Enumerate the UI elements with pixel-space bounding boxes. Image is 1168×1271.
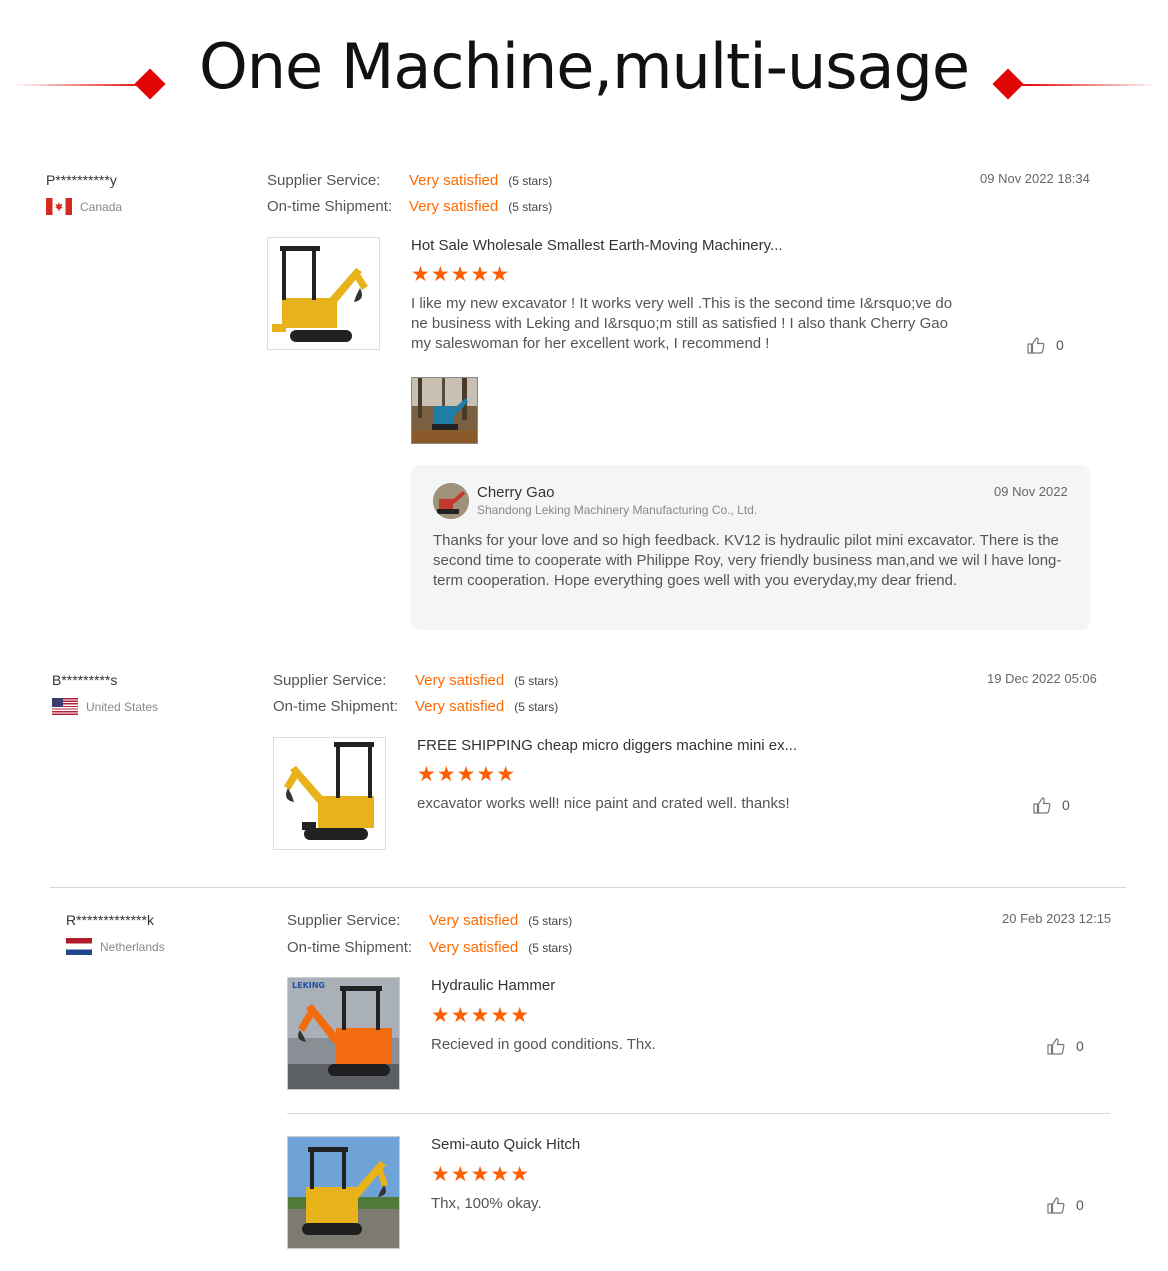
rating-value: Very satisfied bbox=[409, 172, 499, 189]
reply-text: Thanks for your love and so high feedbac… bbox=[433, 532, 1062, 589]
like-count: 0 bbox=[1062, 797, 1070, 813]
rating-stars-text: (5 stars) bbox=[528, 914, 573, 928]
rating-value: Very satisfied bbox=[429, 939, 519, 956]
excavator-image bbox=[288, 978, 399, 1089]
rating-stars-text: (5 stars) bbox=[514, 700, 559, 714]
review-text: I like my new excavator ! It works very … bbox=[411, 295, 953, 352]
rating-label: Supplier Service: bbox=[287, 912, 401, 929]
review-text: Recieved in good conditions. Thx. bbox=[431, 1036, 656, 1053]
rating-value: Very satisfied bbox=[415, 672, 505, 689]
buyer-name: P**********y bbox=[46, 172, 117, 188]
rating-label: Supplier Service: bbox=[273, 672, 387, 689]
shipment-rating: On-time Shipment: Very satisfied (5 star… bbox=[267, 198, 552, 215]
page-header: One Machine,multi-usage bbox=[0, 0, 1168, 150]
rating-label: On-time Shipment: bbox=[267, 198, 393, 215]
avatar bbox=[433, 483, 469, 519]
product-thumbnail[interactable] bbox=[267, 237, 380, 350]
brand-logo-text: LEKING bbox=[292, 981, 325, 990]
shipment-rating: On-time Shipment: Very satisfied (5 star… bbox=[287, 939, 572, 956]
excavator-image bbox=[288, 1137, 399, 1248]
like-count: 0 bbox=[1076, 1038, 1084, 1054]
reply-date: 09 Nov 2022 bbox=[994, 484, 1068, 499]
reply-company-name: Shandong Leking Machinery Manufacturing … bbox=[477, 503, 758, 517]
buyer-name: B*********s bbox=[52, 672, 118, 688]
star-rating: ★★★★★ bbox=[431, 1163, 531, 1186]
country-label: Netherlands bbox=[100, 939, 165, 954]
rating-stars-text: (5 stars) bbox=[508, 200, 553, 214]
review-text: excavator works well! nice paint and cra… bbox=[417, 795, 790, 812]
product-title-link[interactable]: FREE SHIPPING cheap micro diggers machin… bbox=[417, 737, 797, 754]
canada-flag-icon bbox=[46, 198, 72, 215]
rating-value: Very satisfied bbox=[429, 912, 519, 929]
netherlands-flag-icon bbox=[66, 938, 92, 955]
review-timestamp: 09 Nov 2022 18:34 bbox=[980, 171, 1090, 186]
review-timestamp: 20 Feb 2023 12:15 bbox=[1002, 911, 1112, 926]
buyer-country: United States bbox=[52, 698, 158, 715]
item-divider bbox=[287, 1113, 1110, 1114]
thumbs-up-icon bbox=[1047, 1197, 1065, 1214]
like-count: 0 bbox=[1056, 337, 1064, 353]
rating-value: Very satisfied bbox=[415, 698, 505, 715]
thumbs-up-icon bbox=[1033, 797, 1051, 814]
rating-value: Very satisfied bbox=[409, 198, 499, 215]
like-button[interactable]: 0 bbox=[1046, 1195, 1084, 1215]
shipment-rating: On-time Shipment: Very satisfied (5 star… bbox=[273, 698, 558, 715]
buyer-name: R*************k bbox=[66, 912, 154, 928]
like-button[interactable]: 0 bbox=[1032, 795, 1070, 815]
rating-label: On-time Shipment: bbox=[287, 939, 413, 956]
supplier-service-rating: Supplier Service: Very satisfied (5 star… bbox=[287, 912, 572, 929]
supplier-service-rating: Supplier Service: Very satisfied (5 star… bbox=[267, 172, 552, 189]
page-title: One Machine,multi-usage bbox=[198, 30, 970, 103]
review-photo[interactable] bbox=[411, 377, 478, 444]
country-label: United States bbox=[86, 699, 159, 714]
product-title-link[interactable]: Hot Sale Wholesale Smallest Earth-Moving… bbox=[411, 237, 783, 254]
star-rating: ★★★★★ bbox=[431, 1004, 531, 1027]
star-rating: ★★★★★ bbox=[411, 263, 511, 286]
reply-author-name: Cherry Gao bbox=[477, 484, 555, 501]
section-divider bbox=[50, 887, 1126, 888]
rating-stars-text: (5 stars) bbox=[528, 941, 573, 955]
thumbs-up-icon bbox=[1027, 337, 1045, 354]
avatar-image bbox=[433, 483, 469, 519]
review-timestamp: 19 Dec 2022 05:06 bbox=[987, 671, 1097, 686]
product-thumbnail[interactable]: LEKING bbox=[287, 977, 400, 1090]
product-thumbnail[interactable] bbox=[273, 737, 386, 850]
star-rating: ★★★★★ bbox=[417, 763, 517, 786]
rating-label: On-time Shipment: bbox=[273, 698, 399, 715]
buyer-country: Netherlands bbox=[66, 938, 165, 955]
like-button[interactable]: 0 bbox=[1046, 1036, 1084, 1056]
thumbs-up-icon bbox=[1047, 1038, 1065, 1055]
excavator-image bbox=[274, 738, 385, 849]
product-title-link[interactable]: Hydraulic Hammer bbox=[431, 977, 555, 994]
supplier-reply: Cherry Gao Shandong Leking Machinery Man… bbox=[411, 465, 1090, 630]
product-title-link[interactable]: Semi-auto Quick Hitch bbox=[431, 1136, 580, 1153]
excavator-image bbox=[268, 238, 379, 349]
like-button[interactable]: 0 bbox=[1026, 335, 1064, 355]
rating-stars-text: (5 stars) bbox=[514, 674, 559, 688]
excavator-photo-image bbox=[412, 378, 477, 443]
rating-stars-text: (5 stars) bbox=[508, 174, 553, 188]
review-text: Thx, 100% okay. bbox=[431, 1195, 542, 1212]
us-flag-icon bbox=[52, 698, 78, 715]
supplier-service-rating: Supplier Service: Very satisfied (5 star… bbox=[273, 672, 558, 689]
country-label: Canada bbox=[80, 199, 123, 214]
buyer-country: Canada bbox=[46, 198, 122, 215]
header-right-line bbox=[1022, 84, 1158, 86]
rating-label: Supplier Service: bbox=[267, 172, 381, 189]
like-count: 0 bbox=[1076, 1197, 1084, 1213]
product-thumbnail[interactable] bbox=[287, 1136, 400, 1249]
